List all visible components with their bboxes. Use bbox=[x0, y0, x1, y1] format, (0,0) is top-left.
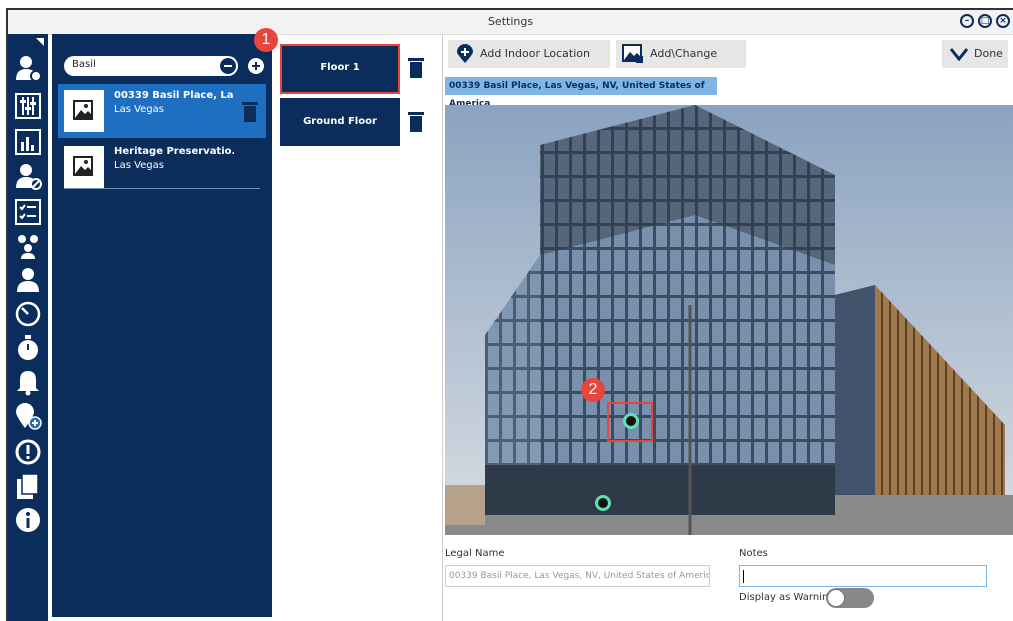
legal-name-field[interactable]: 00339 Basil Place, Las Vegas, NV, United… bbox=[445, 565, 710, 587]
check-icon bbox=[950, 48, 968, 61]
user-block-icon[interactable] bbox=[14, 162, 42, 190]
display-warning-label: Display as Warning bbox=[739, 592, 835, 603]
trash-icon[interactable] bbox=[408, 112, 424, 132]
trash-icon[interactable] bbox=[408, 58, 424, 78]
change-image-button[interactable]: Add\Change Image bbox=[616, 40, 746, 88]
list-divider bbox=[64, 188, 260, 189]
documents-icon[interactable] bbox=[14, 472, 42, 500]
image-placeholder-icon bbox=[64, 90, 104, 132]
panel-divider bbox=[442, 34, 443, 621]
add-location-button[interactable] bbox=[248, 58, 264, 74]
restore-button[interactable]: □ bbox=[978, 14, 992, 28]
person-icon[interactable] bbox=[14, 266, 42, 294]
ground-floor-button[interactable]: Ground Floor bbox=[280, 98, 400, 146]
legal-name-label: Legal Name bbox=[445, 548, 505, 559]
notes-field[interactable] bbox=[739, 565, 987, 587]
list-item[interactable]: Heritage Preservatio... Las Vegas bbox=[58, 140, 266, 194]
location-title: Heritage Preservatio... bbox=[114, 146, 234, 157]
trash-icon[interactable] bbox=[242, 102, 258, 122]
image-placeholder-icon bbox=[64, 146, 104, 188]
location-add-icon[interactable] bbox=[14, 402, 42, 430]
search-input[interactable]: Basil bbox=[64, 56, 238, 76]
done-label: Done bbox=[974, 47, 1003, 60]
close-button[interactable]: × bbox=[996, 14, 1010, 28]
highlight-box-2 bbox=[607, 402, 653, 442]
location-city: Las Vegas bbox=[114, 104, 164, 115]
group-icon[interactable] bbox=[14, 232, 42, 260]
chart-icon[interactable] bbox=[14, 128, 42, 156]
bell-icon[interactable] bbox=[14, 368, 42, 396]
location-city: Las Vegas bbox=[114, 160, 164, 171]
image-edit-icon bbox=[622, 44, 643, 63]
info-icon[interactable] bbox=[14, 506, 42, 534]
minimize-button[interactable]: – bbox=[960, 14, 974, 28]
sliders-icon[interactable] bbox=[14, 92, 42, 120]
title-bar: Settings – □ × bbox=[8, 10, 1013, 35]
settings-window: Settings – □ × Basil 00339 Basil Place, … bbox=[6, 8, 1013, 621]
display-warning-toggle[interactable] bbox=[826, 588, 874, 608]
clear-search-icon[interactable] bbox=[220, 58, 236, 74]
stopwatch-icon[interactable] bbox=[14, 334, 42, 362]
callout-1: 1 bbox=[254, 28, 278, 52]
window-title: Settings bbox=[487, 15, 534, 28]
checklist-icon[interactable] bbox=[14, 198, 42, 226]
callout-2: 2 bbox=[581, 378, 605, 402]
collapse-corner-icon[interactable] bbox=[36, 38, 44, 46]
add-indoor-location-button[interactable]: Add Indoor Location Point bbox=[448, 40, 610, 88]
icon-sidebar bbox=[8, 34, 48, 621]
location-list-panel: Basil 00339 Basil Place, La... Las Vegas… bbox=[52, 34, 272, 617]
location-title: 00339 Basil Place, La... bbox=[114, 90, 234, 101]
location-plus-icon bbox=[457, 44, 473, 63]
done-button[interactable]: Done bbox=[942, 40, 1008, 68]
floor-image[interactable]: 2 bbox=[445, 105, 1013, 535]
highlight-box-1 bbox=[280, 44, 400, 94]
list-item[interactable]: 00339 Basil Place, La... Las Vegas bbox=[58, 84, 266, 138]
selected-address: 00339 Basil Place, Las Vegas, NV, United… bbox=[445, 77, 717, 109]
user-gear-icon[interactable] bbox=[14, 54, 42, 82]
alert-icon[interactable] bbox=[14, 438, 42, 466]
location-pin[interactable] bbox=[595, 495, 611, 511]
search-value: Basil bbox=[72, 59, 96, 70]
notes-label: Notes bbox=[739, 548, 768, 559]
timer-icon[interactable] bbox=[14, 300, 42, 328]
